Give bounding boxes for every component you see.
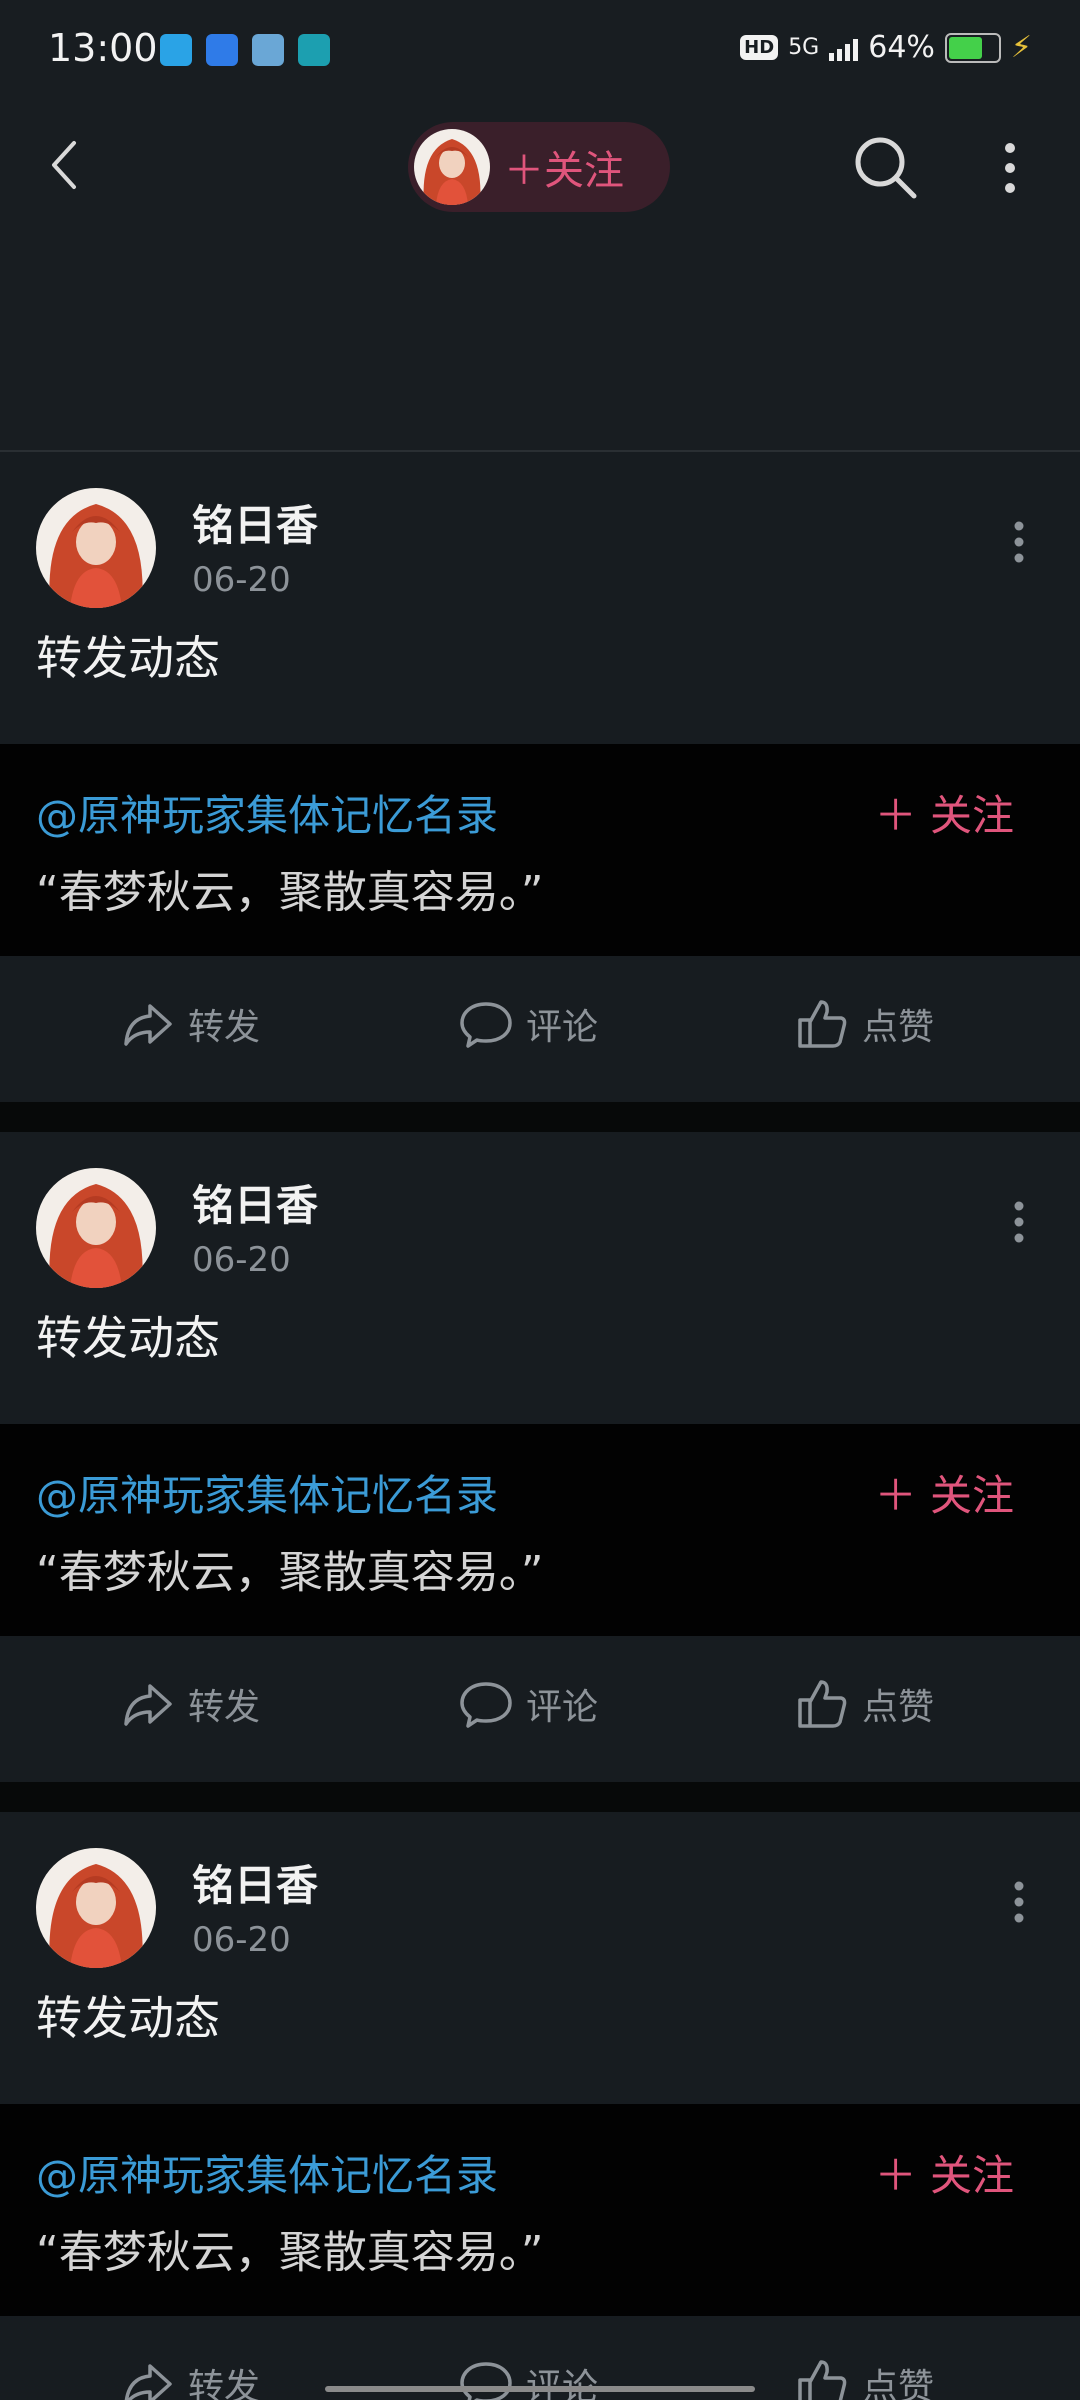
back-icon[interactable]: [40, 135, 90, 195]
post-separator: [0, 1102, 1080, 1132]
post-card[interactable]: 铭日香 06-20 转发动态 @原神玩家集体记忆名录 ＋ 关注 “春梦秋云，聚散…: [0, 1132, 1080, 1782]
thumbs-up-icon: [798, 2360, 847, 2400]
comment-label: 评论: [526, 2367, 599, 2400]
post-card[interactable]: 铭日香 06-20 转发动态 @原神玩家集体记忆名录 ＋ 关注 “春梦秋云，聚散…: [0, 452, 1080, 1102]
quoted-text: “春梦秋云，聚散真容易。”: [36, 2227, 544, 2278]
translate-icon: [206, 34, 238, 66]
like-label: 点赞: [862, 2367, 935, 2400]
comment-label: 评论: [526, 1007, 599, 1048]
post-date: 06-20: [192, 1240, 291, 1280]
like-button[interactable]: 点赞: [794, 1676, 934, 1732]
thumbs-up-icon: [798, 1000, 847, 1048]
comment-button[interactable]: 评论: [458, 996, 598, 1052]
repost-button[interactable]: 转发: [120, 996, 260, 1052]
battery-icon: [944, 32, 1001, 63]
like-label: 点赞: [862, 1687, 935, 1728]
avatar[interactable]: [36, 1848, 156, 1968]
repost-button[interactable]: 转发: [120, 1676, 260, 1732]
comment-button[interactable]: 评论: [458, 1676, 598, 1732]
repost-label: 转发: [188, 2367, 261, 2400]
comment-button[interactable]: 评论: [458, 2356, 598, 2400]
vpn-icon: [298, 34, 330, 66]
repost-button[interactable]: 转发: [120, 2356, 260, 2400]
status-indicators: HD 5G 64% ⚡: [740, 30, 1032, 65]
header-follow-pill[interactable]: ＋关注: [408, 122, 670, 212]
post-text: 转发动态: [36, 1311, 220, 1365]
charging-icon: ⚡: [1010, 30, 1032, 65]
status-time: 13:00: [48, 26, 158, 70]
status-app-icons: [160, 34, 330, 66]
quoted-post[interactable]: @原神玩家集体记忆名录 ＋ 关注 “春梦秋云，聚散真容易。”: [0, 2104, 1080, 2316]
quoted-post[interactable]: @原神玩家集体记忆名录 ＋ 关注 “春梦秋云，聚散真容易。”: [0, 744, 1080, 956]
post-card[interactable]: 铭日香 06-20 转发动态 @原神玩家集体记忆名录 ＋ 关注 “春梦秋云，聚散…: [0, 1812, 1080, 2400]
thumbs-up-icon: [798, 1680, 847, 1728]
comment-icon: [460, 1682, 512, 1728]
header-follow-label: ＋关注: [504, 148, 624, 194]
status-bar: 13:00 HD 5G 64% ⚡: [0, 0, 1080, 100]
post-text: 转发动态: [36, 1991, 220, 2045]
quoted-user-link[interactable]: @原神玩家集体记忆名录: [36, 1462, 498, 1523]
top-navigation: ＋关注: [0, 100, 1080, 450]
author-name[interactable]: 铭日香: [192, 492, 318, 553]
avatar[interactable]: [36, 1168, 156, 1288]
avatar: [414, 129, 490, 205]
share-icon: [124, 2364, 172, 2400]
comment-icon: [460, 2362, 512, 2400]
post-more-icon[interactable]: [1004, 1192, 1034, 1252]
quoted-follow-button[interactable]: ＋ 关注: [875, 782, 1014, 843]
author-name[interactable]: 铭日香: [192, 1852, 318, 1913]
quoted-follow-button[interactable]: ＋ 关注: [875, 1462, 1014, 1523]
share-icon: [124, 1684, 172, 1726]
post-actions: 转发 评论 点赞: [0, 956, 1080, 1102]
search-icon[interactable]: [852, 134, 918, 200]
hd-icon: HD: [740, 35, 779, 60]
comment-label: 评论: [526, 1687, 599, 1728]
telegram-icon: [160, 34, 192, 66]
home-indicator[interactable]: [325, 2386, 755, 2392]
post-actions: 转发 评论 点赞: [0, 1636, 1080, 1782]
post-date: 06-20: [192, 560, 291, 600]
post-date: 06-20: [192, 1920, 291, 1960]
quoted-user-link[interactable]: @原神玩家集体记忆名录: [36, 782, 498, 843]
repost-label: 转发: [188, 1007, 261, 1048]
post-more-icon[interactable]: [1004, 512, 1034, 572]
signal-icon: [829, 35, 859, 61]
share-icon: [124, 1004, 172, 1046]
more-vertical-icon[interactable]: [995, 138, 1025, 198]
avatar[interactable]: [36, 488, 156, 608]
like-label: 点赞: [862, 1007, 935, 1048]
quoted-text: “春梦秋云，聚散真容易。”: [36, 1547, 544, 1598]
quoted-user-link[interactable]: @原神玩家集体记忆名录: [36, 2142, 498, 2203]
quoted-follow-button[interactable]: ＋ 关注: [875, 2142, 1014, 2203]
news-icon: [252, 34, 284, 66]
author-name[interactable]: 铭日香: [192, 1172, 318, 1233]
like-button[interactable]: 点赞: [794, 2356, 934, 2400]
like-button[interactable]: 点赞: [794, 996, 934, 1052]
post-separator: [0, 1782, 1080, 1812]
comment-icon: [460, 1002, 512, 1048]
post-more-icon[interactable]: [1004, 1872, 1034, 1932]
post-text: 转发动态: [36, 631, 220, 685]
quoted-text: “春梦秋云，聚散真容易。”: [36, 867, 544, 918]
repost-label: 转发: [188, 1687, 261, 1728]
battery-percent: 64%: [868, 30, 935, 65]
quoted-post[interactable]: @原神玩家集体记忆名录 ＋ 关注 “春梦秋云，聚散真容易。”: [0, 1424, 1080, 1636]
network-icon: 5G: [788, 35, 820, 60]
